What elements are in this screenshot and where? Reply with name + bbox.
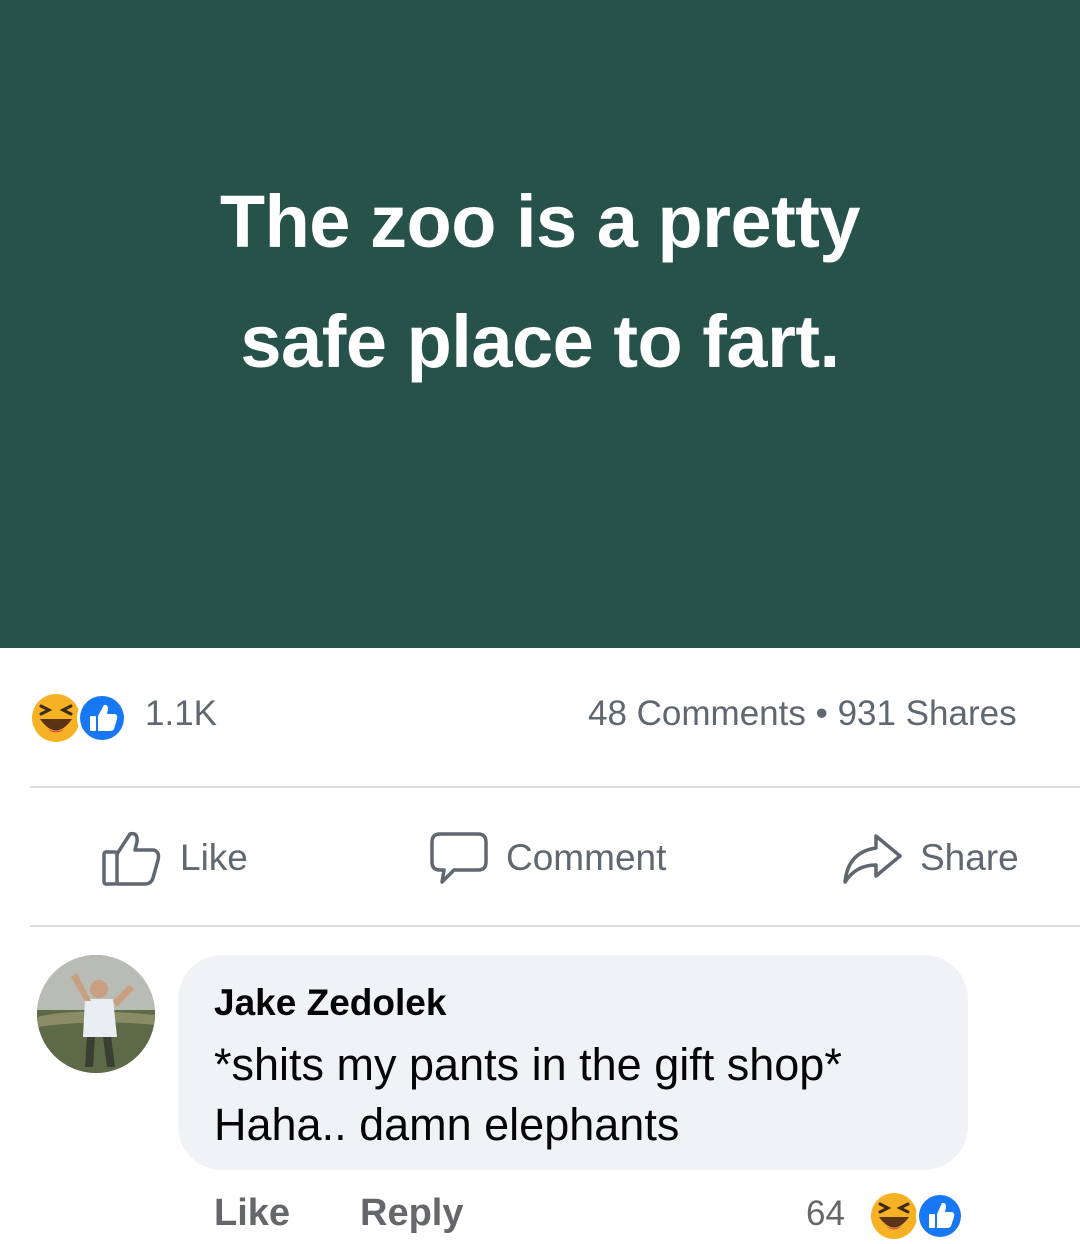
post-text: The zoo is a pretty safe place to fart. xyxy=(0,162,1080,402)
like-label: Like xyxy=(180,837,248,878)
post-card: The zoo is a pretty safe place to fart. xyxy=(0,0,1080,648)
comment-action-bar: Like Reply 64 xyxy=(0,1190,1080,1244)
comment-reply-button[interactable]: Reply xyxy=(360,1192,463,1235)
reaction-summary: 1.1K 48 Comments • 931 Shares xyxy=(0,680,1080,760)
share-arrow-icon xyxy=(843,834,902,884)
haha-reaction-icon xyxy=(871,1193,917,1239)
post-text-line: safe place to fart. xyxy=(240,300,840,383)
comment-text-line: Haha.. damn elephants xyxy=(214,1099,680,1150)
share-button[interactable]: Share xyxy=(840,826,1019,890)
avatar[interactable] xyxy=(37,955,155,1073)
comment-author[interactable]: Jake Zedolek xyxy=(214,982,446,1024)
haha-reaction-icon xyxy=(32,694,80,742)
thumbs-up-icon xyxy=(102,831,161,886)
comments-shares-stats[interactable]: 48 Comments • 931 Shares xyxy=(588,694,1017,734)
comment-text: *shits my pants in the gift shop* Haha..… xyxy=(214,1035,842,1155)
avatar-photo xyxy=(37,955,155,1073)
reaction-icons[interactable] xyxy=(30,692,135,744)
comment-reaction-count[interactable]: 64 xyxy=(806,1194,845,1234)
comment-text-line: *shits my pants in the gift shop* xyxy=(214,1039,842,1090)
comment-like-button[interactable]: Like xyxy=(214,1192,290,1235)
comment-label: Comment xyxy=(506,837,667,878)
comment-bubble-icon xyxy=(430,832,488,884)
divider xyxy=(30,786,1080,788)
like-reaction-icon xyxy=(916,1192,964,1240)
share-label: Share xyxy=(920,837,1019,878)
like-button[interactable]: Like xyxy=(100,826,248,890)
post-action-bar: Like Comment Share xyxy=(0,810,1080,910)
comment-reaction-icons[interactable] xyxy=(868,1190,978,1240)
comment-bubble: Jake Zedolek *shits my pants in the gift… xyxy=(178,955,968,1170)
comment-button[interactable]: Comment xyxy=(428,826,666,890)
divider xyxy=(30,925,1080,927)
like-reaction-icon xyxy=(77,693,127,743)
reaction-count[interactable]: 1.1K xyxy=(145,694,217,734)
post-text-line: The zoo is a pretty xyxy=(219,180,861,263)
